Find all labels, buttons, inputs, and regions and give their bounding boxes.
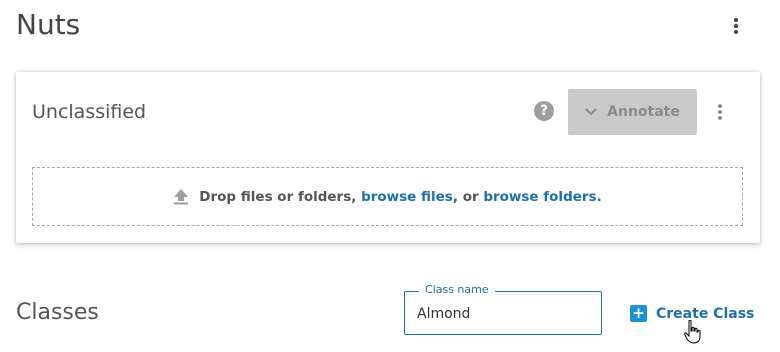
class-name-field[interactable]: Class name [404,283,602,335]
hand-pointer-cursor-icon [684,319,702,348]
card-title: Unclassified [32,101,147,123]
annotate-button[interactable]: Annotate [568,89,697,135]
class-name-label: Class name [419,283,495,296]
upload-icon [173,188,189,205]
plus-icon: + [630,305,647,322]
chevron-down-icon [585,104,597,120]
help-icon[interactable]: ? [534,101,554,121]
page-more-options-icon[interactable] [726,14,746,38]
browse-files-link[interactable]: browse files [361,189,453,205]
file-dropzone[interactable]: Drop files or folders, browse files, or … [32,167,743,226]
card-more-options-icon[interactable] [710,101,730,123]
unclassified-card: Unclassified ? Annotate Drop files or fo… [16,72,760,243]
classes-section-title: Classes [16,300,99,325]
browse-folders-link[interactable]: browse folders. [483,189,601,205]
page-title: Nuts [16,8,81,41]
annotate-button-label: Annotate [607,104,680,120]
create-class-label: Create Class [656,305,755,322]
dropzone-middle: , or [452,188,484,205]
class-name-input[interactable] [417,303,587,325]
dropzone-text: Drop files or folders, browse files, or … [199,189,601,205]
dropzone-prefix: Drop files or folders, [199,188,362,205]
